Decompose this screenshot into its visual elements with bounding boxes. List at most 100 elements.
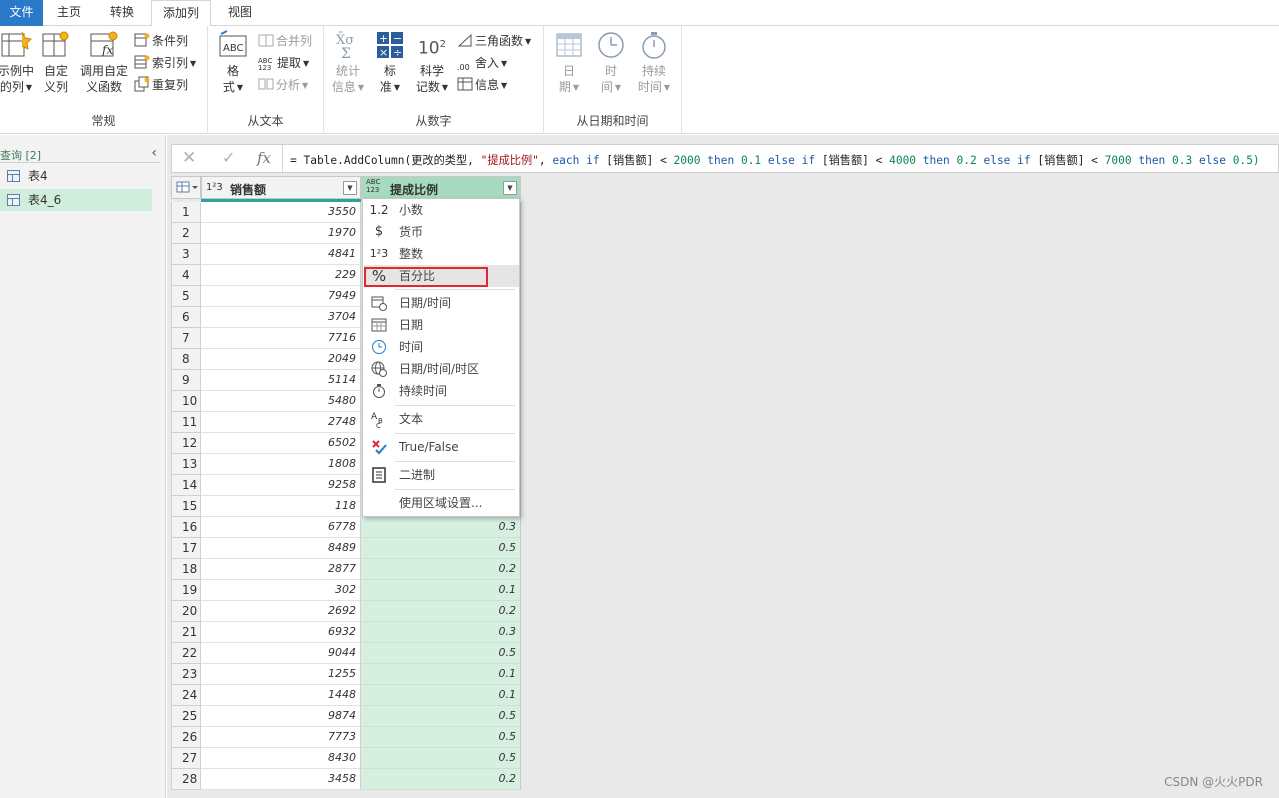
cell-sales[interactable]: 3458 bbox=[201, 769, 361, 790]
cell-sales[interactable]: 3550 bbox=[201, 202, 361, 223]
row-number[interactable]: 17 bbox=[171, 538, 201, 559]
menu-item-binary[interactable]: 二进制 bbox=[364, 464, 519, 486]
cell-rate[interactable]: 0.5 bbox=[361, 538, 521, 559]
row-number[interactable]: 9 bbox=[171, 370, 201, 391]
row-number[interactable]: 18 bbox=[171, 559, 201, 580]
cell-sales[interactable]: 8430 bbox=[201, 748, 361, 769]
menu-item-decimal[interactable]: 1.2 小数 bbox=[364, 199, 519, 221]
integer-type-icon[interactable]: 1²3 bbox=[206, 182, 223, 193]
cell-sales[interactable]: 5114 bbox=[201, 370, 361, 391]
row-number[interactable]: 8 bbox=[171, 349, 201, 370]
tab-view[interactable]: 视图 bbox=[218, 0, 262, 26]
cell-sales[interactable]: 1255 bbox=[201, 664, 361, 685]
table-row[interactable]: 26 7773 0.5 bbox=[171, 727, 521, 748]
tab-file[interactable]: 文件 bbox=[0, 0, 43, 26]
row-number[interactable]: 5 bbox=[171, 286, 201, 307]
menu-item-integer[interactable]: 1²3 整数 bbox=[364, 243, 519, 265]
cell-sales[interactable]: 7773 bbox=[201, 727, 361, 748]
row-number[interactable]: 1 bbox=[171, 202, 201, 223]
table-row[interactable]: 24 1448 0.1 bbox=[171, 685, 521, 706]
row-number[interactable]: 28 bbox=[171, 769, 201, 790]
cell-sales[interactable]: 3704 bbox=[201, 307, 361, 328]
table-row[interactable]: 17 8489 0.5 bbox=[171, 538, 521, 559]
tab-transform[interactable]: 转换 bbox=[99, 0, 145, 26]
menu-item-using-locale[interactable]: 使用区域设置... bbox=[364, 492, 519, 514]
table-row[interactable]: 20 2692 0.2 bbox=[171, 601, 521, 622]
cell-rate[interactable]: 0.3 bbox=[361, 517, 521, 538]
menu-item-date[interactable]: 日期 bbox=[364, 314, 519, 336]
fx-icon[interactable]: fx bbox=[257, 149, 271, 167]
merge-columns-button[interactable]: 合并列 bbox=[258, 31, 312, 51]
tab-home[interactable]: 主页 bbox=[47, 0, 91, 26]
cell-rate[interactable]: 0.1 bbox=[361, 580, 521, 601]
row-number[interactable]: 11 bbox=[171, 412, 201, 433]
row-number[interactable]: 25 bbox=[171, 706, 201, 727]
menu-item-datetime[interactable]: 日期/时间 bbox=[364, 292, 519, 314]
cell-rate[interactable]: 0.5 bbox=[361, 643, 521, 664]
query-item-table4-6[interactable]: 表4_6 bbox=[0, 189, 152, 211]
table-row[interactable]: 18 2877 0.2 bbox=[171, 559, 521, 580]
conditional-column-button[interactable]: 条件列 bbox=[134, 31, 188, 51]
filter-dropdown-icon[interactable]: ▼ bbox=[503, 181, 517, 195]
cell-sales[interactable]: 1808 bbox=[201, 454, 361, 475]
information-button[interactable]: 信息 ▼ bbox=[457, 75, 507, 95]
table-row[interactable]: 27 8430 0.5 bbox=[171, 748, 521, 769]
index-column-button[interactable]: 索引列 ▼ bbox=[134, 53, 196, 73]
row-number[interactable]: 3 bbox=[171, 244, 201, 265]
cell-sales[interactable]: 8489 bbox=[201, 538, 361, 559]
scientific-button[interactable]: 102 科学 记数 ▼ bbox=[413, 30, 451, 96]
table-row[interactable]: 22 9044 0.5 bbox=[171, 643, 521, 664]
column-from-examples-button[interactable]: 示例中 的列 ▼ bbox=[0, 30, 38, 96]
filter-dropdown-icon[interactable]: ▼ bbox=[343, 181, 357, 195]
cell-sales[interactable]: 7949 bbox=[201, 286, 361, 307]
row-number[interactable]: 10 bbox=[171, 391, 201, 412]
cell-sales[interactable]: 2049 bbox=[201, 349, 361, 370]
row-number[interactable]: 26 bbox=[171, 727, 201, 748]
cell-rate[interactable]: 0.1 bbox=[361, 664, 521, 685]
cell-rate[interactable]: 0.2 bbox=[361, 559, 521, 580]
cell-sales[interactable]: 5480 bbox=[201, 391, 361, 412]
row-number[interactable]: 15 bbox=[171, 496, 201, 517]
row-number[interactable]: 22 bbox=[171, 643, 201, 664]
cell-sales[interactable]: 2748 bbox=[201, 412, 361, 433]
cell-sales[interactable]: 6932 bbox=[201, 622, 361, 643]
cell-rate[interactable]: 0.5 bbox=[361, 706, 521, 727]
table-row[interactable]: 21 6932 0.3 bbox=[171, 622, 521, 643]
date-button[interactable]: 日 期 ▼ bbox=[552, 30, 586, 96]
custom-column-button[interactable]: 自定 义列 bbox=[40, 30, 72, 95]
collapse-pane-icon[interactable]: ‹ bbox=[151, 145, 157, 161]
menu-item-datetimezone[interactable]: 日期/时间/时区 bbox=[364, 358, 519, 380]
row-number[interactable]: 4 bbox=[171, 265, 201, 286]
table-menu-corner[interactable] bbox=[171, 176, 201, 199]
cell-rate[interactable]: 0.5 bbox=[361, 748, 521, 769]
duration-button[interactable]: 持续 时间 ▼ bbox=[636, 30, 672, 96]
column-header-rate[interactable]: ABC 123 提成比例 ▼ bbox=[361, 176, 521, 199]
cell-sales[interactable]: 2692 bbox=[201, 601, 361, 622]
row-number[interactable]: 6 bbox=[171, 307, 201, 328]
cell-rate[interactable]: 0.2 bbox=[361, 601, 521, 622]
row-number[interactable]: 19 bbox=[171, 580, 201, 601]
row-number[interactable]: 13 bbox=[171, 454, 201, 475]
row-number[interactable]: 12 bbox=[171, 433, 201, 454]
menu-item-text[interactable]: A B C 文本 bbox=[364, 408, 519, 430]
row-number[interactable]: 23 bbox=[171, 664, 201, 685]
cancel-formula-icon[interactable]: ✕ bbox=[182, 148, 196, 168]
cell-rate[interactable]: 0.2 bbox=[361, 769, 521, 790]
cell-rate[interactable]: 0.5 bbox=[361, 727, 521, 748]
table-row[interactable]: 19 302 0.1 bbox=[171, 580, 521, 601]
cell-sales[interactable]: 1448 bbox=[201, 685, 361, 706]
row-number[interactable]: 21 bbox=[171, 622, 201, 643]
cell-sales[interactable]: 118 bbox=[201, 496, 361, 517]
cell-rate[interactable]: 0.3 bbox=[361, 622, 521, 643]
row-number[interactable]: 7 bbox=[171, 328, 201, 349]
confirm-formula-icon[interactable]: ✓ bbox=[222, 148, 235, 167]
extract-button[interactable]: ABC 123 提取 ▼ bbox=[258, 53, 309, 73]
menu-item-time[interactable]: 时间 bbox=[364, 336, 519, 358]
cell-sales[interactable]: 2877 bbox=[201, 559, 361, 580]
cell-sales[interactable]: 9258 bbox=[201, 475, 361, 496]
standard-button[interactable]: + − × ÷ 标 准 ▼ bbox=[374, 30, 406, 96]
table-row[interactable]: 28 3458 0.2 bbox=[171, 769, 521, 790]
table-row[interactable]: 23 1255 0.1 bbox=[171, 664, 521, 685]
invoke-custom-function-button[interactable]: fx 调用自定 义函数 bbox=[78, 30, 130, 95]
any-type-icon[interactable]: ABC 123 bbox=[366, 178, 380, 194]
